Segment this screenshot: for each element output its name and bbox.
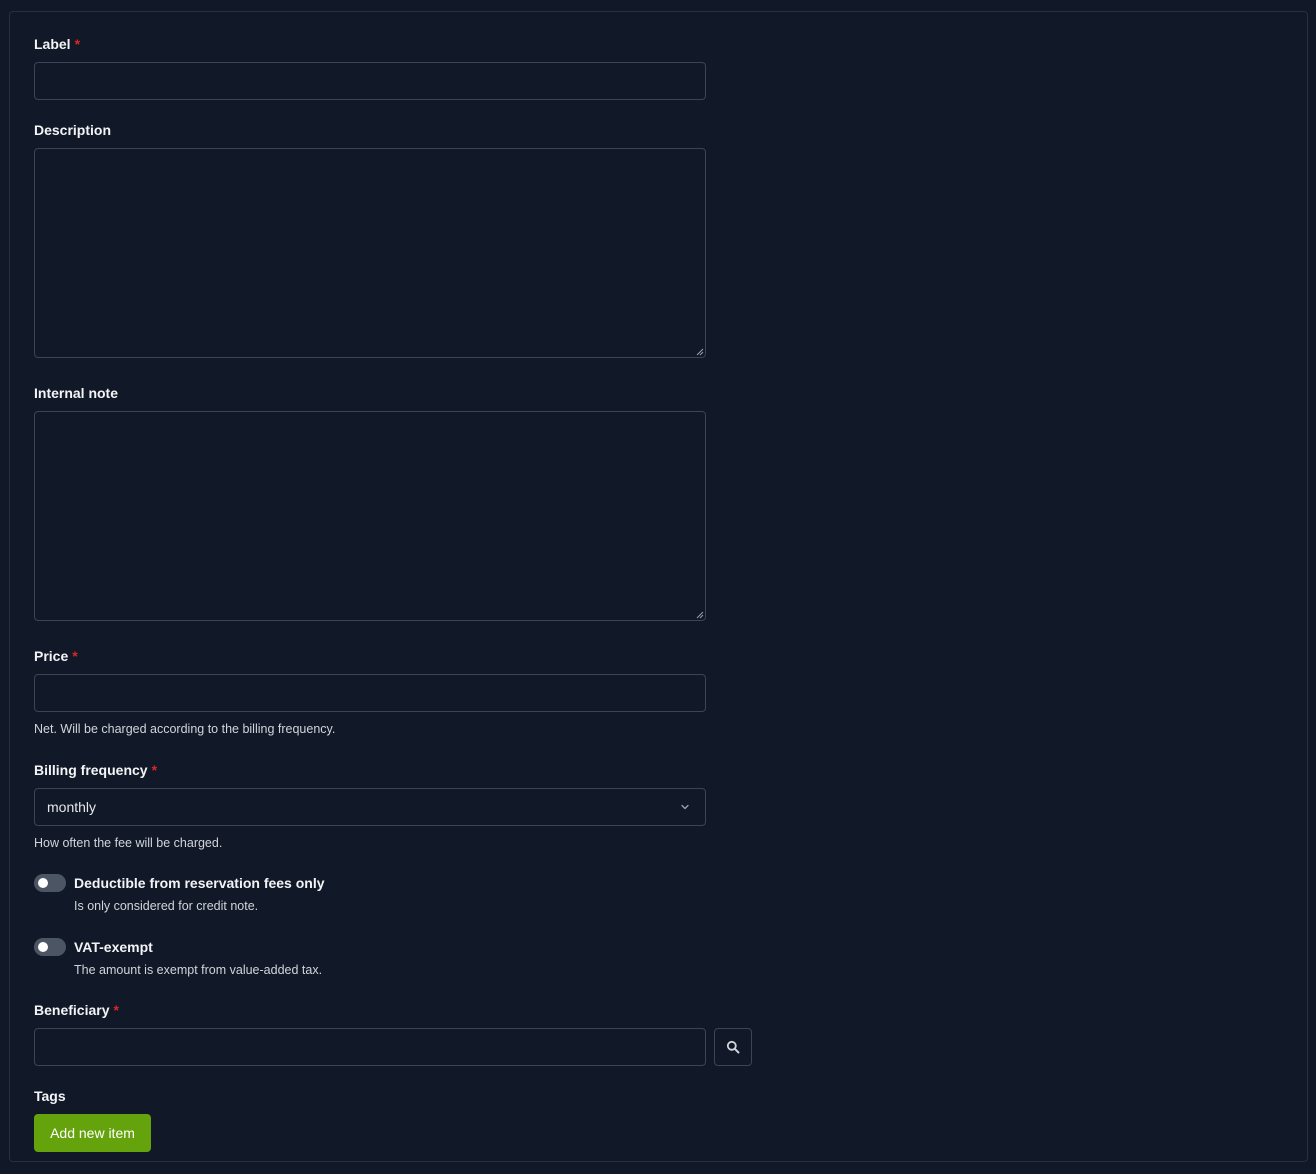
billing-frequency-selected: monthly — [47, 799, 97, 815]
chevron-down-icon — [681, 804, 689, 810]
description-textarea[interactable] — [34, 148, 706, 358]
label-field-label: Label * — [34, 36, 80, 52]
billing-frequency-help-text: How often the fee will be charged. — [34, 836, 223, 850]
add-new-item-button[interactable]: Add new item — [34, 1114, 151, 1152]
beneficiary-search-button[interactable] — [714, 1028, 752, 1066]
price-input[interactable] — [34, 674, 706, 712]
deductible-help-text: Is only considered for credit note. — [74, 899, 259, 913]
billing-frequency-select[interactable]: monthly — [34, 788, 706, 826]
internal-note-textarea[interactable] — [34, 411, 706, 621]
vat-exempt-toggle[interactable] — [34, 938, 66, 956]
internal-note-label: Internal note — [34, 385, 119, 401]
beneficiary-input[interactable] — [34, 1028, 706, 1066]
vat-exempt-label: VAT-exempt — [74, 939, 153, 955]
price-help-text: Net. Will be charged according to the bi… — [34, 722, 336, 736]
label-label-text: Label — [34, 36, 71, 52]
resize-handle-icon[interactable] — [696, 611, 704, 619]
required-marker: * — [113, 1002, 119, 1018]
toggle-knob — [38, 942, 48, 952]
deductible-label: Deductible from reservation fees only — [74, 875, 325, 891]
beneficiary-label: Beneficiary * — [34, 1002, 119, 1018]
tags-label: Tags — [34, 1088, 66, 1104]
deductible-toggle[interactable] — [34, 874, 66, 892]
label-input[interactable] — [34, 62, 706, 100]
vat-exempt-help-text: The amount is exempt from value-added ta… — [74, 963, 323, 977]
beneficiary-label-text: Beneficiary — [34, 1002, 110, 1018]
price-label: Price * — [34, 648, 78, 664]
billing-frequency-label-text: Billing frequency — [34, 762, 148, 778]
billing-frequency-label: Billing frequency * — [34, 762, 157, 778]
price-label-text: Price — [34, 648, 69, 664]
toggle-knob — [38, 878, 48, 888]
required-marker: * — [151, 762, 158, 778]
search-icon — [726, 1040, 740, 1054]
description-label: Description — [34, 122, 112, 138]
required-marker: * — [72, 648, 78, 664]
resize-handle-icon[interactable] — [696, 348, 704, 356]
required-marker: * — [74, 36, 81, 52]
